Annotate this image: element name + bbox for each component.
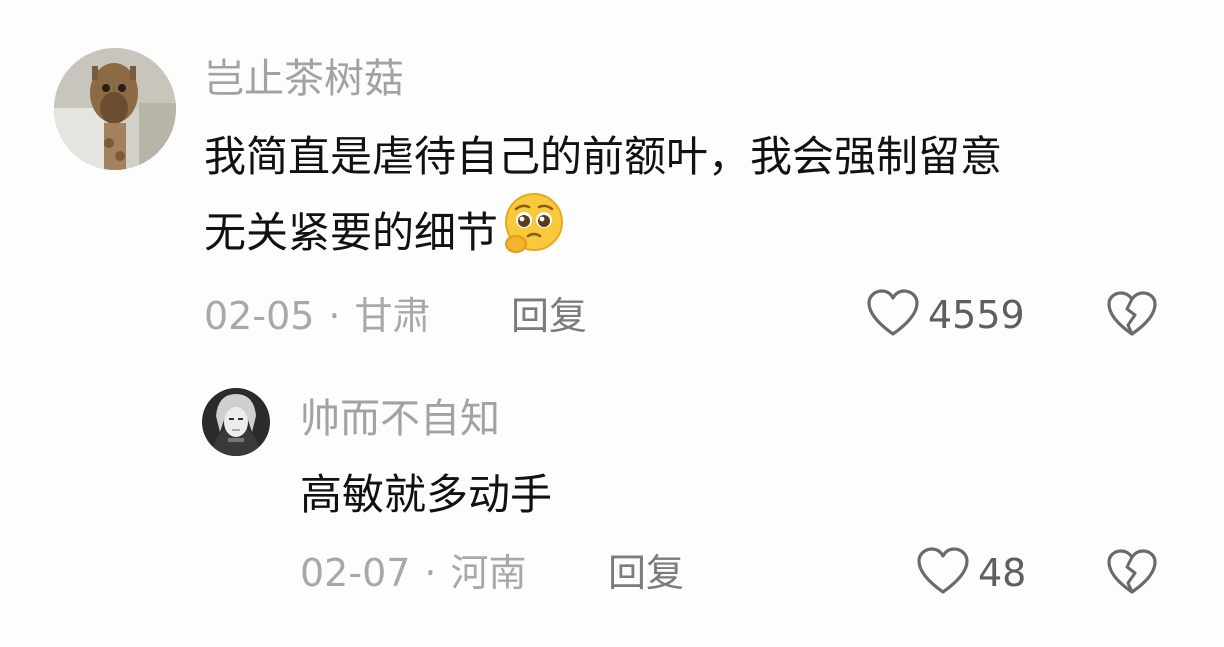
comment-thread: 岂止茶树菇 我简直是虐待自己的前额叶，我会强制留意 无关紧要的细节 02-05 … [0, 0, 1224, 647]
dislike-button[interactable] [1106, 290, 1158, 342]
comment-date: 02-07 [300, 551, 411, 595]
like-count: 4559 [928, 293, 1025, 337]
avatar[interactable] [54, 48, 176, 170]
like-button[interactable]: 4559 [866, 288, 1025, 342]
broken-heart-icon [1106, 291, 1158, 342]
reply-comment: 帅而不自知 高敏就多动手 02-07 · 河南 回复 48 [0, 370, 1224, 647]
meta-separator: · [328, 294, 341, 338]
like-button[interactable]: 48 [916, 546, 1026, 600]
comment: 岂止茶树菇 我简直是虐待自己的前额叶，我会强制留意 无关紧要的细节 02-05 … [0, 0, 1224, 360]
comment-text-line: 无关紧要的细节 [204, 192, 1194, 279]
heart-outline-icon [916, 546, 970, 600]
username[interactable]: 岂止茶树菇 [204, 55, 404, 103]
comment-text-line: 我简直是虐待自己的前额叶，我会强制留意 [204, 132, 1003, 181]
dislike-button[interactable] [1106, 548, 1158, 600]
username[interactable]: 帅而不自知 [300, 395, 500, 443]
comment-location: 河南 [450, 551, 527, 595]
avatar[interactable] [202, 388, 270, 456]
pleading-face-emoji-icon [500, 192, 566, 279]
meta-separator: · [424, 551, 437, 595]
heart-outline-icon [866, 288, 920, 342]
comment-location: 甘肃 [354, 294, 431, 338]
like-count: 48 [978, 551, 1027, 595]
comment-text: 高敏就多动手 [300, 470, 553, 519]
comment-meta: 02-05 · 甘肃 [204, 293, 431, 339]
broken-heart-icon [1106, 549, 1158, 600]
reply-button[interactable]: 回复 [608, 550, 684, 596]
comment-meta: 02-07 · 河南 [300, 550, 527, 596]
comment-date: 02-05 [204, 294, 315, 338]
comment-text: 我简直是虐待自己的前额叶，我会强制留意 无关紧要的细节 [204, 122, 1194, 279]
comment-text-line2: 无关紧要的细节 [204, 208, 499, 257]
reply-button[interactable]: 回复 [511, 293, 587, 339]
